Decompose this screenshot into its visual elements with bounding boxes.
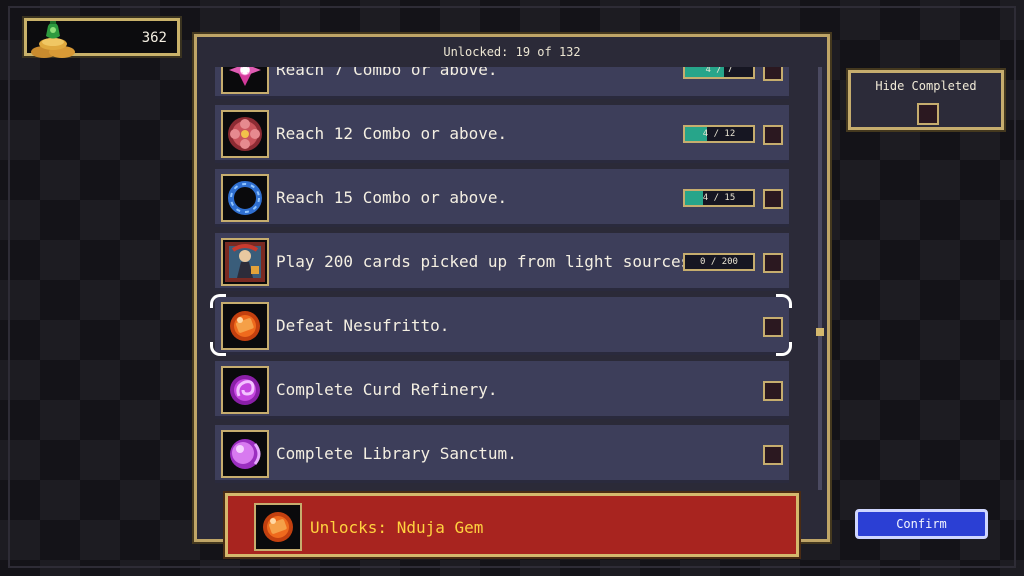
achievement-row-selected[interactable]: Defeat Nesufritto. [215,297,789,355]
purple-swirl-orb-icon [221,366,269,414]
list-scrollbar[interactable] [816,66,824,490]
achievement-text: Reach 15 Combo or above. [276,188,508,207]
progress-bar: 4 / 7 [683,67,755,79]
achievement-row[interactable]: Reach 12 Combo or above. 4 / 12 [215,105,789,163]
completion-checkbox[interactable] [763,445,783,465]
nduja-gem-icon [254,503,302,551]
unlock-reward-text: Unlocks: Nduja Gem [310,518,484,537]
achievement-text: Defeat Nesufritto. [276,316,450,335]
completion-checkbox[interactable] [763,317,783,337]
achievement-text: Reach 12 Combo or above. [276,124,508,143]
purple-moon-orb-icon [221,430,269,478]
hide-completed-checkbox[interactable] [917,103,939,125]
progress-label: 4 / 7 [705,67,733,75]
unlock-reward-bar: Unlocks: Nduja Gem [225,493,799,557]
hide-completed-filter: Hide Completed [848,70,1004,130]
completion-checkbox[interactable] [763,67,783,81]
achievements-panel: Unlocked: 19 of 132 Reach 7 Combo or abo… [194,34,830,542]
progress-label: 4 / 12 [702,129,736,139]
achievement-row[interactable]: Complete Curd Refinery. [215,361,789,419]
achievement-text: Play 200 cards picked up from light sour… [276,252,700,271]
achievement-row[interactable]: Complete Library Sanctum. [215,425,789,483]
achievement-text: Complete Curd Refinery. [276,380,498,399]
completion-checkbox[interactable] [763,125,783,145]
confirm-button[interactable]: Confirm [855,509,988,539]
progress-label: 0 / 200 [700,257,738,267]
achievement-text: Reach 7 Combo or above. [276,67,498,79]
achievement-list[interactable]: Reach 7 Combo or above. 4 / 7 Reach 12 C… [213,67,793,527]
unlocked-count: Unlocked: 19 of 132 [197,37,827,67]
coin-count: 362 [141,30,167,46]
progress-bar: 4 / 15 [683,189,755,207]
achievement-text: Complete Library Sanctum. [276,444,517,463]
completion-checkbox[interactable] [763,253,783,273]
scrollbar-thumb[interactable] [816,328,824,336]
card-character-icon [221,238,269,286]
nduja-gem-icon [221,302,269,350]
hide-completed-label: Hide Completed [875,79,977,93]
progress-bar: 0 / 200 [683,253,755,271]
completion-checkbox[interactable] [763,189,783,209]
achievement-row[interactable]: Play 200 cards picked up from light sour… [215,233,789,291]
coin-pile-icon [28,14,78,62]
pink-star-gem-icon [221,67,269,94]
achievement-row[interactable]: Reach 7 Combo or above. 4 / 7 [215,67,789,99]
completion-checkbox[interactable] [763,381,783,401]
achievement-row[interactable]: Reach 15 Combo or above. 4 / 15 [215,169,789,227]
progress-bar: 4 / 12 [683,125,755,143]
red-flower-orb-icon [221,110,269,158]
progress-label: 4 / 15 [702,193,736,203]
blue-ring-icon [221,174,269,222]
